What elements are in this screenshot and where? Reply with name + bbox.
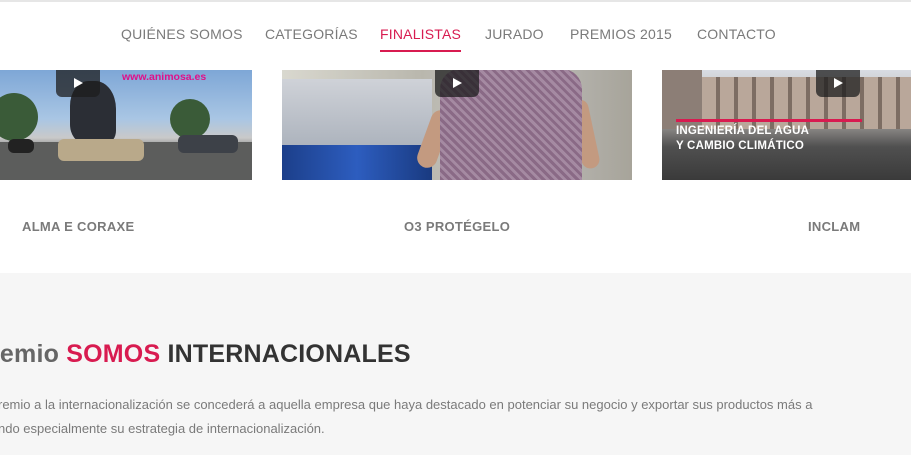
section-title: remio SOMOS INTERNACIONALES (0, 340, 411, 369)
title-rest: INTERNACIONALES (167, 340, 411, 368)
play-icon (834, 78, 843, 88)
section-body-line: ndo especialmente su estrategia de inter… (0, 421, 325, 436)
section-body-line: remio a la internacionalización se conce… (0, 397, 813, 412)
play-button[interactable] (816, 69, 860, 97)
finalist-name[interactable]: ALMA E CORAXE (22, 219, 134, 234)
play-button[interactable] (56, 69, 100, 97)
thumbnail-car (8, 139, 34, 153)
caption-accent-bar (676, 119, 862, 122)
thumbnail-car (58, 139, 144, 161)
finalist-name[interactable]: O3 PROTÉGELO (404, 219, 510, 234)
nav-item-quienes-somos[interactable]: QUIÉNES SOMOS (121, 26, 243, 42)
play-icon (74, 78, 83, 88)
finalist-name[interactable]: INCLAM (808, 219, 860, 234)
award-section: remio SOMOS INTERNACIONALES remio a la i… (0, 273, 911, 455)
title-accent: SOMOS (66, 340, 161, 368)
nav-item-jurado[interactable]: JURADO (485, 26, 544, 42)
thumbnail-car (178, 135, 238, 153)
nav-item-categorias[interactable]: CATEGORÍAS (265, 26, 358, 42)
video-thumbnail-o3-protegelo[interactable] (282, 69, 632, 180)
video-caption-line: Y CAMBIO CLIMÁTICO (676, 140, 804, 152)
video-caption-line: INGENIERÍA DEL AGUA (676, 125, 810, 137)
nav-item-premios-2015[interactable]: PREMIOS 2015 (570, 26, 672, 42)
page: QUIÉNES SOMOS CATEGORÍAS FINALISTAS JURA… (0, 0, 911, 455)
nav-item-finalistas[interactable]: FINALISTAS (380, 26, 462, 52)
thumbnail-scenery (170, 99, 210, 139)
video-thumbnail-inclam[interactable]: INGENIERÍA DEL AGUA Y CAMBIO CLIMÁTICO (662, 69, 911, 180)
thumbnail-shelf (282, 79, 432, 151)
title-prefix: remio (0, 340, 60, 368)
video-caption: INGENIERÍA DEL AGUA Y CAMBIO CLIMÁTICO (676, 124, 809, 154)
play-icon (453, 78, 462, 88)
play-button[interactable] (435, 69, 479, 97)
nav-item-contacto[interactable]: CONTACTO (697, 26, 776, 42)
main-nav: QUIÉNES SOMOS CATEGORÍAS FINALISTAS JURA… (0, 2, 911, 70)
video-thumbnail-alma-e-coraxe[interactable]: www.animosa.es (0, 69, 252, 180)
thumbnail-scenery (0, 93, 38, 141)
video-watermark: www.animosa.es (122, 71, 207, 83)
thumbnail-boxes (282, 145, 432, 180)
